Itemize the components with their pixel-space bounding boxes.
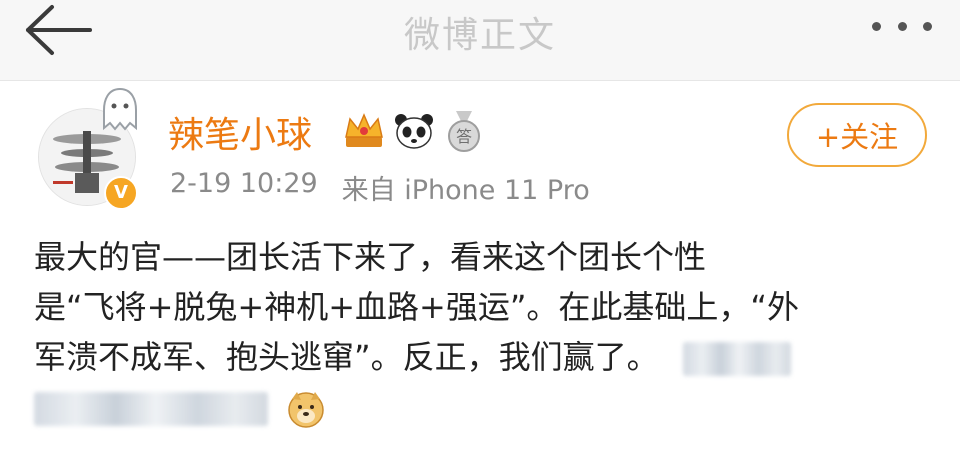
doge-icon <box>288 392 324 428</box>
more-dots-icon <box>872 21 881 31</box>
verified-badge: V <box>104 176 138 210</box>
author-name[interactable]: 辣笔小球 <box>168 106 312 158</box>
verified-badge-label: V <box>114 182 128 203</box>
avatar[interactable]: V <box>38 87 138 210</box>
post-text-line-4 <box>34 382 944 432</box>
more-dot <box>923 21 932 31</box>
medal-icon[interactable]: 答 <box>442 109 486 153</box>
ghost-icon <box>103 87 137 131</box>
page-title: 微博正文 <box>403 15 556 56</box>
author-badges: 答 <box>342 106 486 156</box>
more-button[interactable] <box>872 14 932 38</box>
post-meta: 2-19 10:29 来自 iPhone 11 Pro <box>170 168 590 207</box>
blurred-content <box>682 342 791 376</box>
crown-icon[interactable] <box>342 111 386 151</box>
top-bar: 微博正文 <box>0 0 960 81</box>
panda-icon[interactable] <box>392 111 436 151</box>
post-text-line: 是“飞将+脱兔+神机+血路+强运”。在此基础上，“外 <box>34 288 799 326</box>
more-dot <box>897 21 907 31</box>
post-source[interactable]: 来自 iPhone 11 Pro <box>342 168 590 207</box>
post-text-line: 最大的官——团长活下来了，看来这个团长个性 <box>34 238 707 276</box>
follow-button[interactable]: +关注 <box>787 103 927 167</box>
post-text-line-text: 军溃不成军、抱头逃窜”。反正，我们赢了。 <box>34 338 659 376</box>
medal-label: 答 <box>456 127 472 146</box>
post-time: 2-19 10:29 <box>170 168 318 199</box>
post-body: 最大的官——团长活下来了，看来这个团长个性 是“飞将+脱兔+神机+血路+强运”。… <box>34 232 944 432</box>
post-text-line-3: 军溃不成军、抱头逃窜”。反正，我们赢了。 <box>34 332 944 382</box>
blurred-content <box>34 392 268 426</box>
